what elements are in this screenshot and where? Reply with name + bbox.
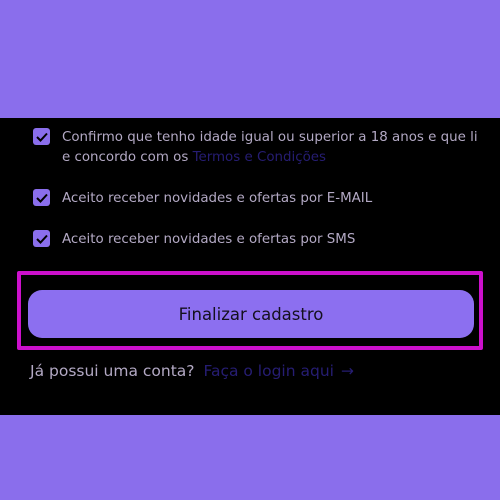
terms-consent-prefix: e concordo com os (62, 150, 193, 165)
terms-consent-line1: Confirmo que tenho idade igual ou superi… (62, 130, 478, 145)
terms-checkbox[interactable] (33, 128, 50, 145)
sms-consent-row: Aceito receber novidades e ofertas por S… (33, 230, 355, 250)
email-consent-row: Aceito receber novidades e ofertas por E… (33, 189, 372, 209)
login-link[interactable]: Faça o login aqui (203, 362, 334, 380)
checkmark-icon (35, 234, 48, 244)
email-consent-checkbox[interactable] (33, 189, 50, 206)
login-prompt-text: Já possui uma conta? (30, 362, 195, 380)
terms-consent-line2: e concordo com os Termos e Condições (62, 148, 478, 168)
terms-consent-row: Confirmo que tenho idade igual ou superi… (33, 128, 478, 168)
terms-consent-label: Confirmo que tenho idade igual ou superi… (62, 128, 478, 168)
sms-consent-checkbox[interactable] (33, 230, 50, 247)
sms-consent-label: Aceito receber novidades e ofertas por S… (62, 232, 356, 247)
checkmark-icon (35, 193, 48, 203)
arrow-right-icon[interactable]: → (341, 362, 354, 380)
finalize-registration-button[interactable]: Finalizar cadastro (28, 290, 474, 338)
terms-link[interactable]: Termos e Condições (193, 150, 326, 165)
email-consent-label: Aceito receber novidades e ofertas por E… (62, 191, 373, 206)
login-prompt: Já possui uma conta? Faça o login aqui → (30, 362, 354, 380)
checkmark-icon (35, 132, 48, 142)
